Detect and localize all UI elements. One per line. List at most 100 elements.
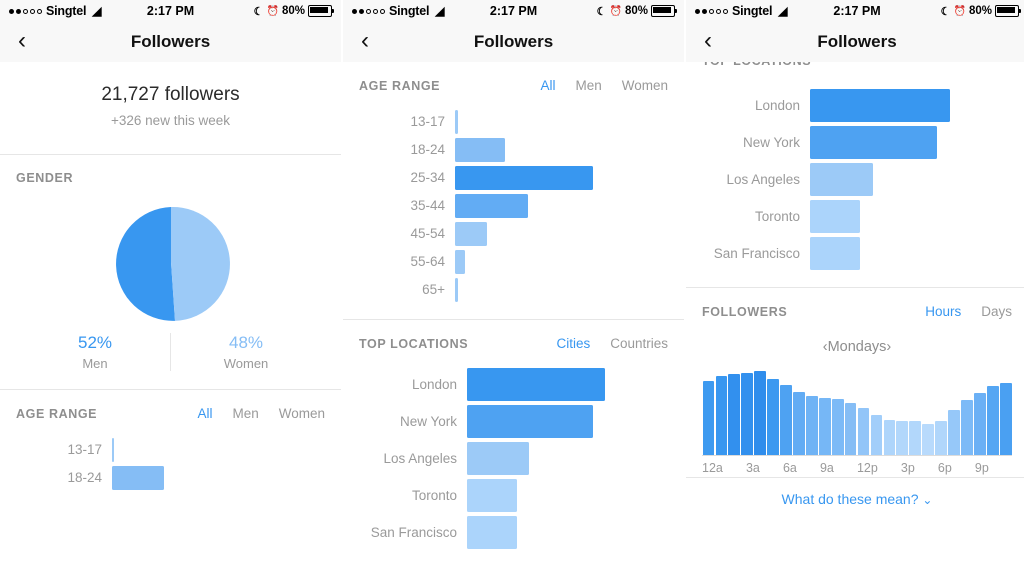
location-label-los-angeles: Los Angeles	[696, 172, 810, 187]
tab-age-men[interactable]: Men	[232, 406, 258, 421]
tab-days[interactable]: Days	[981, 304, 1012, 319]
hour-tick-blank: .	[989, 461, 1001, 475]
age-bar-13-17	[455, 110, 458, 134]
status-bar-right: ☾ ⏰ 80%	[254, 5, 332, 18]
back-button[interactable]: ‹	[343, 29, 387, 56]
scroll-content-2[interactable]: AGE RANGE All Men Women 13-17	[343, 62, 684, 576]
status-bar-left: Singtel ◢	[695, 4, 788, 18]
hour-tick-6p: 6p	[938, 461, 952, 475]
age-range-header: AGE RANGE All Men Women	[343, 62, 684, 97]
bar-row: 13-17	[353, 109, 670, 134]
moon-icon: ☾	[254, 5, 264, 18]
hour-bar-1p	[871, 415, 883, 455]
footer-link-label: What do these mean?	[782, 491, 919, 507]
location-label-toronto: Toronto	[696, 209, 810, 224]
status-bar: Singtel ◢ 2:17 PM ☾ ⏰ 80%	[343, 0, 684, 22]
location-bar-london	[467, 368, 605, 401]
hour-tick-blank: .	[734, 461, 746, 475]
hour-tick-6a: 6a	[783, 461, 797, 475]
wifi-icon: ◢	[92, 4, 101, 18]
hour-tick-12a: 12a	[702, 461, 723, 475]
hour-tick-blank: .	[760, 461, 772, 475]
day-navigator[interactable]: ‹Mondays›	[702, 333, 1012, 367]
age-range-tabs: All Men Women	[197, 406, 325, 421]
age-bar-65-plus	[455, 278, 458, 302]
hour-tick-12p: 12p	[857, 461, 878, 475]
bar-row: Los Angeles	[696, 162, 1014, 196]
age-label-25-34: 25-34	[353, 170, 455, 185]
tab-age-all[interactable]: All	[540, 78, 555, 93]
tab-cities[interactable]: Cities	[556, 336, 590, 351]
phone-screen-1: Singtel ◢ 2:17 PM ☾ ⏰ 80% ‹ Followers 21…	[0, 0, 341, 576]
battery-percent-label: 80%	[282, 5, 305, 17]
bar-row: New York	[353, 404, 670, 438]
followers-header-label: FOLLOWERS	[702, 305, 787, 319]
age-label-35-44: 35-44	[353, 198, 455, 213]
gender-section: GENDER 52% Men	[0, 155, 341, 371]
status-bar-right: ☾ ⏰ 80%	[597, 5, 675, 18]
hour-bar-3a	[741, 373, 753, 455]
hour-bar-11a	[845, 403, 857, 455]
hour-bar-12a	[703, 381, 715, 455]
back-button[interactable]: ‹	[0, 29, 44, 56]
battery-percent-label: 80%	[969, 5, 992, 17]
alarm-icon: ⏰	[610, 6, 622, 17]
location-label-new-york: New York	[696, 135, 810, 150]
tab-age-women[interactable]: Women	[279, 406, 325, 421]
age-range-section: AGE RANGE All Men Women 13-17	[0, 390, 341, 507]
location-label-london: London	[353, 377, 467, 392]
nav-bar: ‹ Followers	[343, 22, 684, 63]
what-do-these-mean-link[interactable]: What do these mean? ⌄	[686, 477, 1024, 521]
chevron-down-icon: ⌄	[922, 493, 932, 507]
signal-strength-icon	[9, 9, 42, 14]
gender-pie-chart	[0, 189, 341, 321]
gender-header: GENDER	[0, 155, 341, 189]
scroll-content-3[interactable]: TOP LOCATIONS London New York Los Angele…	[686, 62, 1024, 576]
hour-bar-3p	[896, 421, 908, 455]
hour-tick-blank: .	[845, 461, 857, 475]
top-locations-tabs: Cities Countries	[556, 336, 668, 351]
moon-icon: ☾	[941, 5, 951, 18]
gender-header-label: GENDER	[16, 171, 73, 185]
tab-age-all[interactable]: All	[197, 406, 212, 421]
hour-tick-blank: .	[952, 461, 964, 475]
hour-bar-9a	[819, 398, 831, 455]
carrier-label: Singtel	[732, 4, 772, 18]
tab-countries[interactable]: Countries	[610, 336, 668, 351]
hour-tick-blank: .	[1000, 461, 1012, 475]
pie-icon	[112, 203, 230, 321]
bar-row: 55-64	[353, 249, 670, 274]
location-label-toronto: Toronto	[353, 488, 467, 503]
screenshot-root: Singtel ◢ 2:17 PM ☾ ⏰ 80% ‹ Followers 21…	[0, 0, 1024, 576]
followers-count: 21,727 followers	[0, 84, 341, 106]
battery-icon	[308, 5, 332, 17]
bar-row: 35-44	[353, 193, 670, 218]
back-button[interactable]: ‹	[686, 29, 730, 56]
hour-tick-blank: .	[889, 461, 901, 475]
scroll-content-1[interactable]: 21,727 followers +326 new this week GEND…	[0, 62, 341, 576]
signal-strength-icon	[695, 9, 728, 14]
tab-age-men[interactable]: Men	[575, 78, 601, 93]
hour-tick-blank: .	[771, 461, 783, 475]
bar-row: 18-24	[10, 465, 327, 490]
age-label-18-24: 18-24	[10, 470, 112, 485]
moon-icon: ☾	[597, 5, 607, 18]
bar-row: London	[353, 367, 670, 401]
top-locations-header-label: TOP LOCATIONS	[359, 337, 468, 351]
men-percent: 52%	[20, 333, 170, 353]
page-title: Followers	[0, 32, 341, 52]
location-bar-san-francisco	[810, 237, 860, 270]
age-label-13-17: 13-17	[353, 114, 455, 129]
gender-legend: 52% Men 48% Women	[20, 333, 321, 371]
men-label: Men	[20, 356, 170, 371]
hour-bar-8p	[961, 400, 973, 455]
bar-row: London	[696, 88, 1014, 122]
age-bar-13-17	[112, 438, 114, 462]
top-locations-bar-chart: London New York Los Angeles Toronto	[686, 68, 1024, 287]
age-label-55-64: 55-64	[353, 254, 455, 269]
location-bar-toronto	[810, 200, 860, 233]
phone-screen-2: Singtel ◢ 2:17 PM ☾ ⏰ 80% ‹ Followers AG…	[342, 0, 684, 576]
age-label-18-24: 18-24	[353, 142, 455, 157]
tab-age-women[interactable]: Women	[622, 78, 668, 93]
tab-hours[interactable]: Hours	[925, 304, 961, 319]
